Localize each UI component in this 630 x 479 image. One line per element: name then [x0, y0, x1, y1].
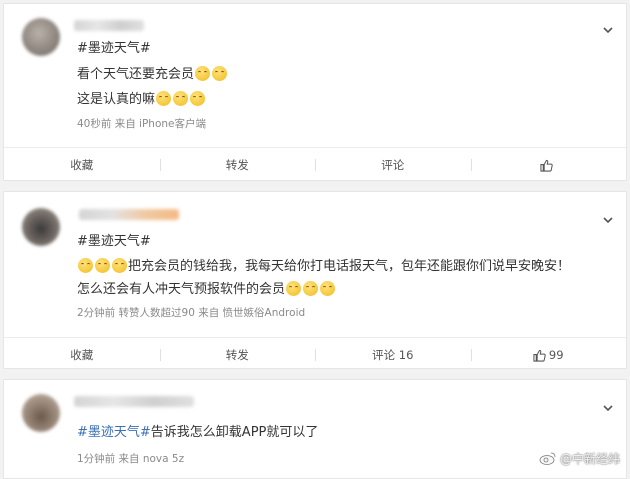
post-text-line: 怎么还会有人冲天气预报软件的会员 [77, 281, 336, 299]
watermark-text: @中新经纬 [559, 452, 620, 466]
like-count: 99 [548, 348, 564, 362]
post-meta: 2分钟前 转赞人数超过90 来自 愤世嫉俗Android [77, 307, 306, 319]
post-text: 看个天气还要充会员 [77, 67, 195, 82]
hashtag[interactable]: #墨迹天气# [77, 233, 151, 251]
chevron-down-icon[interactable] [602, 402, 614, 414]
post-text-line: 看个天气还要充会员 [77, 66, 228, 84]
thumbs-up-icon [533, 349, 546, 362]
like-button[interactable] [470, 148, 627, 182]
favorite-label: 收藏 [70, 158, 94, 172]
grimace-emoji-icon [78, 258, 93, 273]
favorite-button[interactable]: 收藏 [4, 148, 160, 182]
forward-button[interactable]: 转发 [159, 338, 316, 372]
grimace-emoji-icon [190, 91, 206, 106]
avatar[interactable] [22, 208, 60, 246]
favorite-button[interactable]: 收藏 [4, 338, 160, 372]
post-text: 把充会员的钱给我，我每天给你打电话报天气，包年还能跟你们说早安晚安！ [128, 259, 571, 274]
chevron-down-icon[interactable] [602, 24, 614, 36]
post-text-line: #墨迹天气#告诉我怎么卸载APP就可以了 [77, 424, 318, 442]
forward-label: 转发 [225, 348, 249, 362]
hashtag[interactable]: #墨迹天气# [77, 425, 151, 440]
grimace-emoji-icon [173, 91, 189, 106]
username-blurred[interactable] [79, 209, 179, 220]
grimace-emoji-icon [303, 281, 319, 296]
post-text: 告诉我怎么卸载APP就可以了 [150, 425, 319, 440]
grimace-emoji-icon [112, 258, 127, 273]
post-card: #墨迹天气#告诉我怎么卸载APP就可以了 1分钟前 来自 nova 5z [3, 379, 627, 479]
username-blurred[interactable] [74, 20, 144, 31]
post-text-line: 把充会员的钱给我，我每天给你打电话报天气，包年还能跟你们说早安晚安！ [77, 258, 570, 276]
post-meta: 1分钟前 来自 nova 5z [77, 453, 185, 465]
action-bar: 收藏 转发 评论 16 99 [4, 337, 626, 372]
post-text: 怎么还会有人冲天气预报软件的会员 [77, 282, 286, 297]
avatar[interactable] [22, 18, 60, 56]
grimace-emoji-icon [320, 281, 336, 296]
weibo-logo-icon [539, 452, 556, 465]
forward-label: 转发 [225, 158, 249, 172]
grimace-emoji-icon [156, 91, 172, 106]
post-card: #墨迹天气# 把充会员的钱给我，我每天给你打电话报天气，包年还能跟你们说早安晚安… [3, 191, 627, 369]
hashtag[interactable]: #墨迹天气# [77, 40, 151, 58]
grimace-emoji-icon [212, 66, 228, 81]
watermark: @中新经纬 [539, 450, 620, 467]
post-meta: 40秒前 来自 iPhone客户端 [77, 118, 206, 130]
like-button[interactable]: 99 [470, 338, 627, 372]
forward-button[interactable]: 转发 [159, 148, 316, 182]
grimace-emoji-icon [195, 66, 211, 81]
post-text-line: 这是认真的嘛 [77, 91, 206, 109]
username-blurred[interactable] [74, 396, 194, 407]
thumbs-up-icon [540, 159, 553, 172]
chevron-down-icon[interactable] [602, 214, 614, 226]
comment-label: 评论 [381, 158, 405, 172]
comment-button[interactable]: 评论 [315, 148, 471, 182]
grimace-emoji-icon [95, 258, 110, 273]
avatar[interactable] [22, 394, 60, 432]
favorite-label: 收藏 [70, 348, 94, 362]
grimace-emoji-icon [286, 281, 302, 296]
post-text: 这是认真的嘛 [77, 92, 156, 107]
comment-button[interactable]: 评论 16 [315, 338, 471, 372]
post-card: #墨迹天气# 看个天气还要充会员 这是认真的嘛 40秒前 来自 iPhone客户… [3, 3, 627, 181]
comment-label: 评论 16 [372, 348, 414, 362]
action-bar: 收藏 转发 评论 [4, 147, 626, 182]
